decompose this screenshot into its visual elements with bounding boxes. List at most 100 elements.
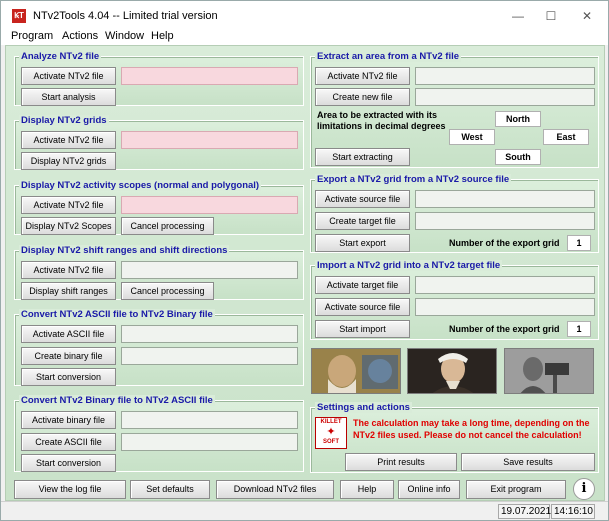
portrait-surveyor-image bbox=[504, 348, 594, 394]
shift-cancel-button[interactable]: Cancel processing bbox=[121, 282, 214, 300]
panel-export-title: Export a NTv2 grid from a NTv2 source fi… bbox=[315, 174, 512, 185]
panel-import: Import a NTv2 grid into a NTv2 target fi… bbox=[310, 260, 599, 340]
menu-actions[interactable]: Actions bbox=[62, 30, 98, 42]
north-field[interactable]: North bbox=[495, 111, 541, 127]
panel-analyze-title: Analyze NTv2 file bbox=[19, 51, 102, 62]
grids-activate-button[interactable]: Activate NTv2 file bbox=[21, 131, 116, 149]
import-source-field[interactable] bbox=[415, 298, 595, 316]
panel-display-grids: Display NTv2 grids Activate NTv2 file Di… bbox=[14, 115, 304, 170]
import-target-field[interactable] bbox=[415, 276, 595, 294]
panel-display-grids-title: Display NTv2 grids bbox=[19, 115, 109, 126]
extract-new-file-field[interactable] bbox=[415, 88, 595, 106]
shift-file-field[interactable] bbox=[121, 261, 298, 279]
binary-target-field[interactable] bbox=[121, 347, 298, 365]
grids-file-field[interactable] bbox=[121, 131, 298, 149]
close-button[interactable]: ✕ bbox=[576, 7, 598, 25]
shift-activate-button[interactable]: Activate NTv2 file bbox=[21, 261, 116, 279]
import-activate-target-button[interactable]: Activate target file bbox=[315, 276, 410, 294]
start-extracting-button[interactable]: Start extracting bbox=[315, 148, 410, 166]
menu-bar: Program Actions Window Help bbox=[1, 30, 608, 45]
extract-area-label: Area to be extracted with its limitation… bbox=[317, 110, 446, 131]
export-source-field[interactable] bbox=[415, 190, 595, 208]
minimize-button[interactable]: — bbox=[507, 7, 529, 25]
extract-activate-button[interactable]: Activate NTv2 file bbox=[315, 67, 410, 85]
globe-icon: ✦ bbox=[326, 426, 336, 438]
status-bar: 19.07.2021 14:16:10 bbox=[1, 501, 608, 520]
activity-file-field[interactable] bbox=[121, 196, 298, 214]
panel-ascii-to-binary-title: Convert NTv2 ASCII file to NTv2 Binary f… bbox=[19, 309, 215, 320]
client-area: Analyze NTv2 file Activate NTv2 file Sta… bbox=[5, 45, 605, 501]
print-results-button[interactable]: Print results bbox=[345, 453, 457, 471]
maximize-button[interactable]: ☐ bbox=[540, 7, 562, 25]
binary-start-conversion-button[interactable]: Start conversion bbox=[21, 454, 116, 472]
killetsoft-logo-icon: KILLET ✦ SOFT bbox=[315, 417, 347, 449]
panel-analyze: Analyze NTv2 file Activate NTv2 file Sta… bbox=[14, 51, 304, 106]
exit-program-button[interactable]: Exit program bbox=[466, 480, 566, 499]
menu-program[interactable]: Program bbox=[11, 30, 53, 42]
menu-window[interactable]: Window bbox=[105, 30, 144, 42]
window-title: NTv2Tools 4.04 -- Limited trial version bbox=[33, 10, 218, 22]
analyze-file-field[interactable] bbox=[121, 67, 298, 85]
panel-shift-ranges: Display NTv2 shift ranges and shift dire… bbox=[14, 245, 304, 300]
logo-bottom-text: SOFT bbox=[323, 439, 339, 445]
portrait-mercator-image bbox=[311, 348, 401, 394]
create-binary-button[interactable]: Create binary file bbox=[21, 347, 116, 365]
import-activate-source-button[interactable]: Activate source file bbox=[315, 298, 410, 316]
ascii-start-conversion-button[interactable]: Start conversion bbox=[21, 368, 116, 386]
help-button[interactable]: Help bbox=[340, 480, 394, 499]
east-field[interactable]: East bbox=[543, 129, 589, 145]
export-target-field[interactable] bbox=[415, 212, 595, 230]
panel-settings-title: Settings and actions bbox=[315, 402, 412, 413]
panel-settings: Settings and actions KILLET ✦ SOFT The c… bbox=[310, 402, 599, 473]
panel-binary-to-ascii-title: Convert NTv2 Binary file to NTv2 ASCII f… bbox=[19, 395, 215, 406]
start-import-button[interactable]: Start import bbox=[315, 320, 410, 338]
extract-create-new-button[interactable]: Create new file bbox=[315, 88, 410, 106]
main-window: ꝂT NTv2Tools 4.04 -- Limited trial versi… bbox=[0, 0, 609, 521]
panel-shift-title: Display NTv2 shift ranges and shift dire… bbox=[19, 245, 230, 256]
panel-activity-title: Display NTv2 activity scopes (normal and… bbox=[19, 180, 262, 191]
export-activate-source-button[interactable]: Activate source file bbox=[315, 190, 410, 208]
activate-ascii-button[interactable]: Activate ASCII file bbox=[21, 325, 116, 343]
display-grids-button[interactable]: Display NTv2 grids bbox=[21, 152, 116, 170]
extract-file-field[interactable] bbox=[415, 67, 595, 85]
start-export-button[interactable]: Start export bbox=[315, 234, 410, 252]
calculation-warning: The calculation may take a long time, de… bbox=[353, 418, 590, 440]
ascii-file-field[interactable] bbox=[121, 325, 298, 343]
panel-extract-title: Extract an area from a NTv2 file bbox=[315, 51, 462, 62]
export-create-target-button[interactable]: Create target file bbox=[315, 212, 410, 230]
ascii-target-field[interactable] bbox=[121, 433, 298, 451]
activity-cancel-button[interactable]: Cancel processing bbox=[121, 217, 214, 235]
portrait-gauss-image bbox=[407, 348, 497, 394]
panel-export: Export a NTv2 grid from a NTv2 source fi… bbox=[310, 174, 599, 253]
title-bar: ꝂT NTv2Tools 4.04 -- Limited trial versi… bbox=[1, 1, 608, 31]
activate-binary-button[interactable]: Activate binary file bbox=[21, 411, 116, 429]
export-grid-label: Number of the export grid bbox=[449, 238, 560, 248]
view-log-button[interactable]: View the log file bbox=[14, 480, 126, 499]
info-icon[interactable]: i bbox=[573, 478, 595, 500]
display-scopes-button[interactable]: Display NTv2 Scopes bbox=[21, 217, 116, 235]
panel-import-title: Import a NTv2 grid into a NTv2 target fi… bbox=[315, 260, 503, 271]
download-ntv2-button[interactable]: Download NTv2 files bbox=[216, 480, 334, 499]
status-time: 14:16:10 bbox=[551, 504, 595, 519]
save-results-button[interactable]: Save results bbox=[461, 453, 595, 471]
create-ascii-button[interactable]: Create ASCII file bbox=[21, 433, 116, 451]
panel-ascii-to-binary: Convert NTv2 ASCII file to NTv2 Binary f… bbox=[14, 309, 304, 386]
panel-activity-scopes: Display NTv2 activity scopes (normal and… bbox=[14, 180, 304, 235]
status-date: 19.07.2021 bbox=[498, 504, 551, 519]
logo-top-text: KILLET bbox=[320, 419, 342, 425]
south-field[interactable]: South bbox=[495, 149, 541, 165]
import-grid-label: Number of the export grid bbox=[449, 324, 560, 334]
binary-file-field[interactable] bbox=[121, 411, 298, 429]
menu-help[interactable]: Help bbox=[151, 30, 174, 42]
online-info-button[interactable]: Online info bbox=[398, 480, 460, 499]
analyze-activate-button[interactable]: Activate NTv2 file bbox=[21, 67, 116, 85]
import-grid-number[interactable]: 1 bbox=[567, 321, 591, 337]
set-defaults-button[interactable]: Set defaults bbox=[130, 480, 210, 499]
panel-extract: Extract an area from a NTv2 file Activat… bbox=[310, 51, 599, 168]
export-grid-number[interactable]: 1 bbox=[567, 235, 591, 251]
west-field[interactable]: West bbox=[449, 129, 495, 145]
start-analysis-button[interactable]: Start analysis bbox=[21, 88, 116, 106]
activity-activate-button[interactable]: Activate NTv2 file bbox=[21, 196, 116, 214]
app-icon[interactable]: ꝂT bbox=[12, 9, 26, 23]
display-shift-button[interactable]: Display shift ranges bbox=[21, 282, 116, 300]
